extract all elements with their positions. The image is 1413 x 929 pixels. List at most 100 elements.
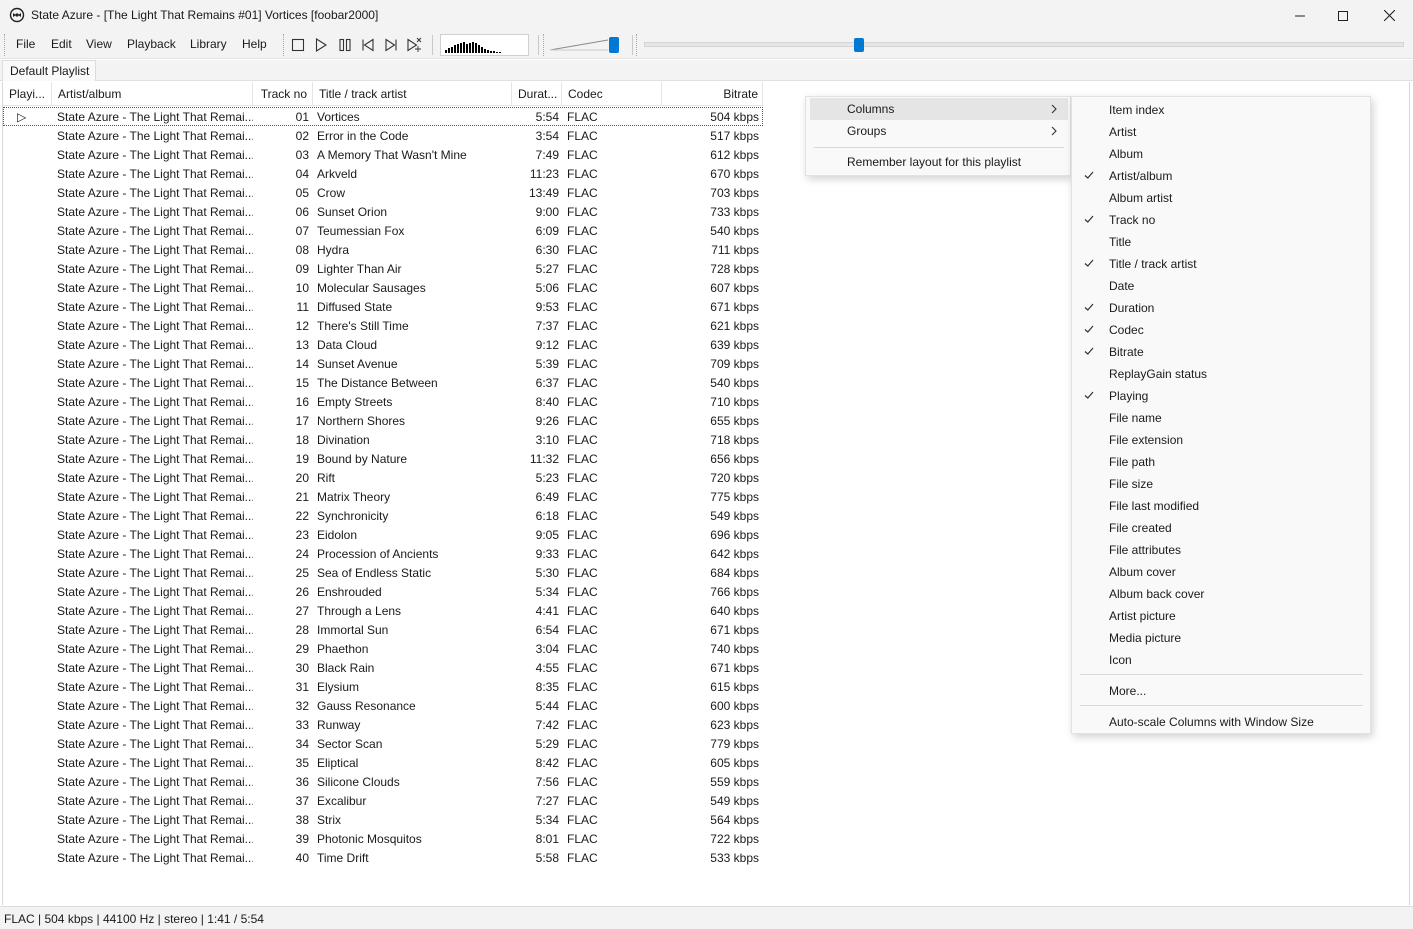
table-row[interactable]: State Azure - The Light That Remai... 25 S… (3, 563, 763, 582)
table-row[interactable]: State Azure - The Light That Remai... 18 D… (3, 430, 763, 449)
column-header-duration[interactable]: Durat... (512, 82, 562, 106)
menu-library[interactable]: Library (190, 37, 227, 51)
previous-icon[interactable] (360, 37, 376, 53)
menu-item-autoscale-columns[interactable]: Auto-scale Columns with Window Size (1072, 711, 1370, 733)
menu-item-column-option[interactable]: File size (1072, 473, 1370, 495)
menu-file[interactable]: File (16, 37, 35, 51)
table-row[interactable]: State Azure - The Light That Remai... 12 T… (3, 316, 763, 335)
column-header-playing[interactable]: Playi... (3, 82, 52, 106)
menu-item-column-option[interactable]: Title (1072, 231, 1370, 253)
menu-item-column-option[interactable]: Track no (1072, 209, 1370, 231)
menubar-grip[interactable] (4, 34, 6, 56)
foobar-app-icon[interactable] (9, 7, 25, 23)
stop-icon[interactable] (290, 37, 306, 53)
menu-item-column-option[interactable]: Duration (1072, 297, 1370, 319)
table-row[interactable]: State Azure - The Light That Remai... 29 P… (3, 639, 763, 658)
table-row[interactable]: State Azure - The Light That Remai... 27 T… (3, 601, 763, 620)
table-row[interactable]: State Azure - The Light That Remai... 40 T… (3, 848, 763, 867)
menu-view[interactable]: View (86, 37, 112, 51)
play-icon[interactable] (313, 37, 329, 53)
table-row[interactable]: State Azure - The Light That Remai... 38 S… (3, 810, 763, 829)
menu-item-column-option[interactable]: ReplayGain status (1072, 363, 1370, 385)
menu-item-column-option[interactable]: File name (1072, 407, 1370, 429)
table-row[interactable]: State Azure - The Light That Remai... 33 R… (3, 715, 763, 734)
seek-bar[interactable] (644, 38, 1404, 52)
table-row[interactable]: State Azure - The Light That Remai... 11 D… (3, 297, 763, 316)
table-row[interactable]: State Azure - The Light That Remai... 22 S… (3, 506, 763, 525)
column-header-codec[interactable]: Codec (562, 82, 662, 106)
table-row[interactable]: State Azure - The Light That Remai... 05 C… (3, 183, 763, 202)
table-row[interactable]: State Azure - The Light That Remai... 09 L… (3, 259, 763, 278)
volume-thumb[interactable] (609, 37, 619, 53)
table-row[interactable]: State Azure - The Light That Remai... 04 A… (3, 164, 763, 183)
menu-item-groups[interactable]: Groups (810, 120, 1068, 142)
menu-item-column-option[interactable]: Bitrate (1072, 341, 1370, 363)
menu-item-column-option[interactable]: Icon (1072, 649, 1370, 671)
maximize-button[interactable] (1320, 0, 1366, 31)
close-button[interactable] (1366, 0, 1412, 31)
menu-item-column-option[interactable]: Codec (1072, 319, 1370, 341)
table-row[interactable]: State Azure - The Light That Remai... 36 S… (3, 772, 763, 791)
pause-icon[interactable] (337, 37, 353, 53)
volume-grip[interactable] (543, 34, 545, 56)
menu-item-more[interactable]: More... (1072, 680, 1370, 702)
table-row[interactable]: State Azure - The Light That Remai... 06 S… (3, 202, 763, 221)
table-row[interactable]: State Azure - The Light That Remai... 03 A… (3, 145, 763, 164)
table-row[interactable]: State Azure - The Light That Remai... 16 E… (3, 392, 763, 411)
menu-item-columns[interactable]: Columns (810, 98, 1068, 120)
column-header-bitrate[interactable]: Bitrate (662, 82, 763, 106)
random-icon[interactable] (406, 37, 422, 53)
menu-item-column-option[interactable]: Artist (1072, 121, 1370, 143)
menu-item-column-option[interactable]: Item index (1072, 99, 1370, 121)
table-row[interactable]: State Azure - The Light That Remai... 34 S… (3, 734, 763, 753)
menu-item-column-option[interactable]: File last modified (1072, 495, 1370, 517)
menu-item-column-option[interactable]: Media picture (1072, 627, 1370, 649)
table-row[interactable]: State Azure - The Light That Remai... 23 E… (3, 525, 763, 544)
table-row[interactable]: State Azure - The Light That Remai... 39 P… (3, 829, 763, 848)
table-row[interactable]: State Azure - The Light That Remai... 17 N… (3, 411, 763, 430)
menu-item-column-option[interactable]: Artist picture (1072, 605, 1370, 627)
table-row[interactable]: State Azure - The Light That Remai... 31 E… (3, 677, 763, 696)
table-row[interactable]: State Azure - The Light That Remai... 30 B… (3, 658, 763, 677)
table-row[interactable]: State Azure - The Light That Remai... 37 E… (3, 791, 763, 810)
table-row[interactable]: State Azure - The Light That Remai... 35 E… (3, 753, 763, 772)
menu-item-column-option[interactable]: Artist/album (1072, 165, 1370, 187)
table-row[interactable]: State Azure - The Light That Remai... 32 G… (3, 696, 763, 715)
toolbar-grip[interactable] (283, 34, 285, 56)
table-row[interactable]: State Azure - The Light That Remai... 13 D… (3, 335, 763, 354)
menu-item-column-option[interactable]: Date (1072, 275, 1370, 297)
menu-item-column-option[interactable]: Title / track artist (1072, 253, 1370, 275)
menu-item-column-option[interactable]: Album back cover (1072, 583, 1370, 605)
menu-item-column-option[interactable]: File extension (1072, 429, 1370, 451)
menu-item-column-option[interactable]: File attributes (1072, 539, 1370, 561)
menu-playback[interactable]: Playback (127, 37, 176, 51)
menu-item-column-option[interactable]: Album (1072, 143, 1370, 165)
table-row[interactable]: State Azure - The Light That Remai... 10 M… (3, 278, 763, 297)
menu-item-column-option[interactable]: File path (1072, 451, 1370, 473)
menu-help[interactable]: Help (242, 37, 267, 51)
minimize-button[interactable] (1277, 0, 1323, 31)
table-row[interactable]: ▷ State Azure - The Light That Remai... 01… (3, 107, 763, 126)
table-row[interactable]: State Azure - The Light That Remai... 02 E… (3, 126, 763, 145)
table-row[interactable]: State Azure - The Light That Remai... 24 P… (3, 544, 763, 563)
table-row[interactable]: State Azure - The Light That Remai... 28 I… (3, 620, 763, 639)
spectrum-visualizer[interactable] (440, 34, 529, 56)
tab-default-playlist[interactable]: Default Playlist (2, 60, 97, 81)
volume-slider[interactable] (548, 36, 622, 54)
column-header-title[interactable]: Title / track artist (313, 82, 512, 106)
seek-thumb[interactable] (854, 38, 864, 52)
seekbar-grip[interactable] (636, 34, 638, 56)
table-row[interactable]: State Azure - The Light That Remai... 07 T… (3, 221, 763, 240)
menu-item-column-option[interactable]: File created (1072, 517, 1370, 539)
table-row[interactable]: State Azure - The Light That Remai... 08 H… (3, 240, 763, 259)
column-header-track-no[interactable]: Track no (253, 82, 313, 106)
table-row[interactable]: State Azure - The Light That Remai... 15 T… (3, 373, 763, 392)
table-row[interactable]: State Azure - The Light That Remai... 20 R… (3, 468, 763, 487)
menu-item-column-option[interactable]: Playing (1072, 385, 1370, 407)
table-row[interactable]: State Azure - The Light That Remai... 26 E… (3, 582, 763, 601)
table-row[interactable]: State Azure - The Light That Remai... 19 B… (3, 449, 763, 468)
column-header-artist-album[interactable]: Artist/album (52, 82, 253, 106)
next-icon[interactable] (383, 37, 399, 53)
menu-edit[interactable]: Edit (51, 37, 72, 51)
table-row[interactable]: State Azure - The Light That Remai... 14 S… (3, 354, 763, 373)
